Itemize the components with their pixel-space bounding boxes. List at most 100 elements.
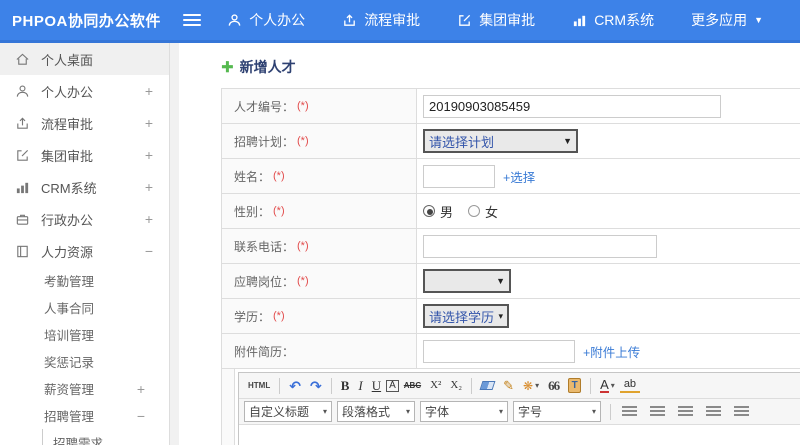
field-label: 附件简历： [234,344,295,359]
resume-attachment-input[interactable] [423,339,575,363]
custom-title-select[interactable]: 自定义标题 ▾ [244,401,332,422]
required-marker: (*) [297,100,309,112]
education-select[interactable]: 请选择学历 ▾ [423,304,509,328]
undo-button[interactable]: ↶ [285,378,305,394]
align-left-icon[interactable] [622,406,637,417]
nav-item-crm[interactable]: CRM系统 [572,10,654,30]
editor-toolbar-row2: 自定义标题 ▾ 段落格式 ▾ 字体 ▾ 字号 ▾ [239,399,800,425]
form-row-education: 学历： (*) 请选择学历 ▾ [222,299,800,334]
expand-icon[interactable]: + [145,147,153,163]
sidebar-item-recruit-demand[interactable]: 招聘需求 [42,429,169,445]
talent-no-input[interactable] [423,94,721,118]
nav-item-group-approval[interactable]: 集团审批 [457,10,535,30]
field-label: 学历： [234,309,271,324]
italic-button[interactable]: I [354,378,366,393]
position-select[interactable]: ▼ [423,269,511,293]
expand-icon[interactable]: + [145,83,153,99]
font-color-button[interactable]: A ▾ [596,377,619,394]
sidebar-item-crm[interactable]: CRM系统 + [0,171,169,203]
underline-button[interactable]: U [368,378,385,393]
sidebar-item-group-approval[interactable]: 集团审批 + [0,139,169,171]
phone-input[interactable] [423,234,657,258]
sidebar-scrollbar[interactable] [170,43,179,445]
sidebar-item-workflow-approval[interactable]: 流程审批 + [0,107,169,139]
form-row-talent-no: 人才编号： (*) [222,89,800,124]
recruit-plan-select[interactable]: 请选择计划 ▼ [423,129,578,153]
page-header: ✚ 新增人才 [179,43,800,77]
caret-down-icon: ▾ [591,407,596,416]
required-marker: (*) [297,275,309,287]
collapse-icon[interactable]: − [145,243,153,259]
emoticon-button[interactable]: ❋ ▾ [519,379,543,393]
choose-person-link[interactable]: +选择 [503,167,535,186]
paragraph-format-select[interactable]: 段落格式 ▾ [337,401,415,422]
sidebar-item-recruitment[interactable]: 招聘管理 − [0,402,169,429]
caret-down-icon: ▾ [498,310,503,321]
gender-male-radio[interactable] [423,205,435,217]
form-row-name: 姓名： (*) +选择 [222,159,800,194]
name-input[interactable] [423,164,495,188]
blockquote-button[interactable]: 66 [544,378,563,393]
book-icon [15,244,31,259]
form-row-gender: 性别： (*) 男 女 [222,194,800,229]
menu-toggle-icon[interactable] [183,11,202,29]
bold-button[interactable]: B [337,378,354,393]
form-row-recruit-plan: 招聘计划： (*) 请选择计划 ▼ [222,124,800,159]
nav-item-personal-office[interactable]: 个人办公 [227,10,305,30]
caret-down-icon: ▾ [498,407,503,416]
top-nav-menu: 个人办公 流程审批 集团审批 CRM系统 更多应用 ▼ [227,10,800,30]
required-marker: (*) [273,170,285,182]
paste-icon: T [568,378,582,393]
person-icon [227,13,242,28]
expand-icon[interactable]: + [145,179,153,195]
sidebar-item-rewards[interactable]: 奖惩记录 [0,348,169,375]
align-center-icon[interactable] [650,406,665,417]
form-row-phone: 联系电话： (*) [222,229,800,264]
html-source-button[interactable]: HTML [244,381,274,391]
eraser-button[interactable] [477,380,498,391]
required-marker: (*) [297,240,309,252]
field-label: 应聘岗位： [234,274,295,289]
sidebar-item-admin-office[interactable]: 行政办公 + [0,203,169,235]
form-row-editor: HTML ↶ ↷ B I U A ABC X² X₂ ✎ ❋ ▾ 66 T A … [222,369,800,445]
compose-icon [457,13,472,28]
add-plus-icon: ✚ [221,59,234,76]
collapse-icon[interactable]: − [137,408,145,424]
caret-down-icon: ▾ [405,407,410,416]
editor-toolbar-row1: HTML ↶ ↷ B I U A ABC X² X₂ ✎ ❋ ▾ 66 T A … [239,373,800,399]
strikethrough-button[interactable]: ABC [400,381,425,391]
caret-down-icon: ▾ [535,380,540,390]
gender-female-radio[interactable] [468,205,481,217]
subscript-button[interactable]: X₂ [446,379,466,392]
sidebar-item-attendance[interactable]: 考勤管理 [0,267,169,294]
expand-icon[interactable]: + [145,115,153,131]
align-right-icon[interactable] [678,406,693,417]
field-label: 联系电话： [234,239,295,254]
sidebar-item-hr[interactable]: 人力资源 − [0,235,169,267]
sidebar-item-personal-desktop[interactable]: 个人桌面 [0,43,169,75]
expand-icon[interactable]: + [145,211,153,227]
expand-icon[interactable]: + [137,381,145,397]
nav-item-more-apps[interactable]: 更多应用 ▼ [691,10,763,30]
link-icon[interactable] [734,406,749,417]
font-family-select[interactable]: 字体 ▾ [420,401,508,422]
field-label: 人才编号： [234,99,295,114]
redo-button[interactable]: ↷ [306,378,326,394]
highlight-button[interactable]: ab [619,378,641,393]
upload-attachment-link[interactable]: +附件上传 [583,342,640,361]
align-justify-icon[interactable] [706,406,721,417]
paste-text-button[interactable]: T [564,377,585,394]
sidebar-item-personal-office[interactable]: 个人办公 + [0,75,169,107]
caret-down-icon: ▾ [610,380,615,390]
sidebar-item-hr-contract[interactable]: 人事合同 [0,294,169,321]
sidebar-item-salary[interactable]: 薪资管理 + [0,375,169,402]
font-size-select[interactable]: 字号 ▾ [513,401,601,422]
sidebar-item-training[interactable]: 培训管理 [0,321,169,348]
border-text-button[interactable]: A [386,379,399,392]
superscript-button[interactable]: X² [426,379,445,392]
form-row-position: 应聘岗位： (*) ▼ [222,264,800,299]
nav-item-workflow-approval[interactable]: 流程审批 [342,10,420,30]
editor-content-area[interactable] [239,425,800,445]
home-icon [15,52,31,67]
format-brush-button[interactable]: ✎ [499,378,518,393]
